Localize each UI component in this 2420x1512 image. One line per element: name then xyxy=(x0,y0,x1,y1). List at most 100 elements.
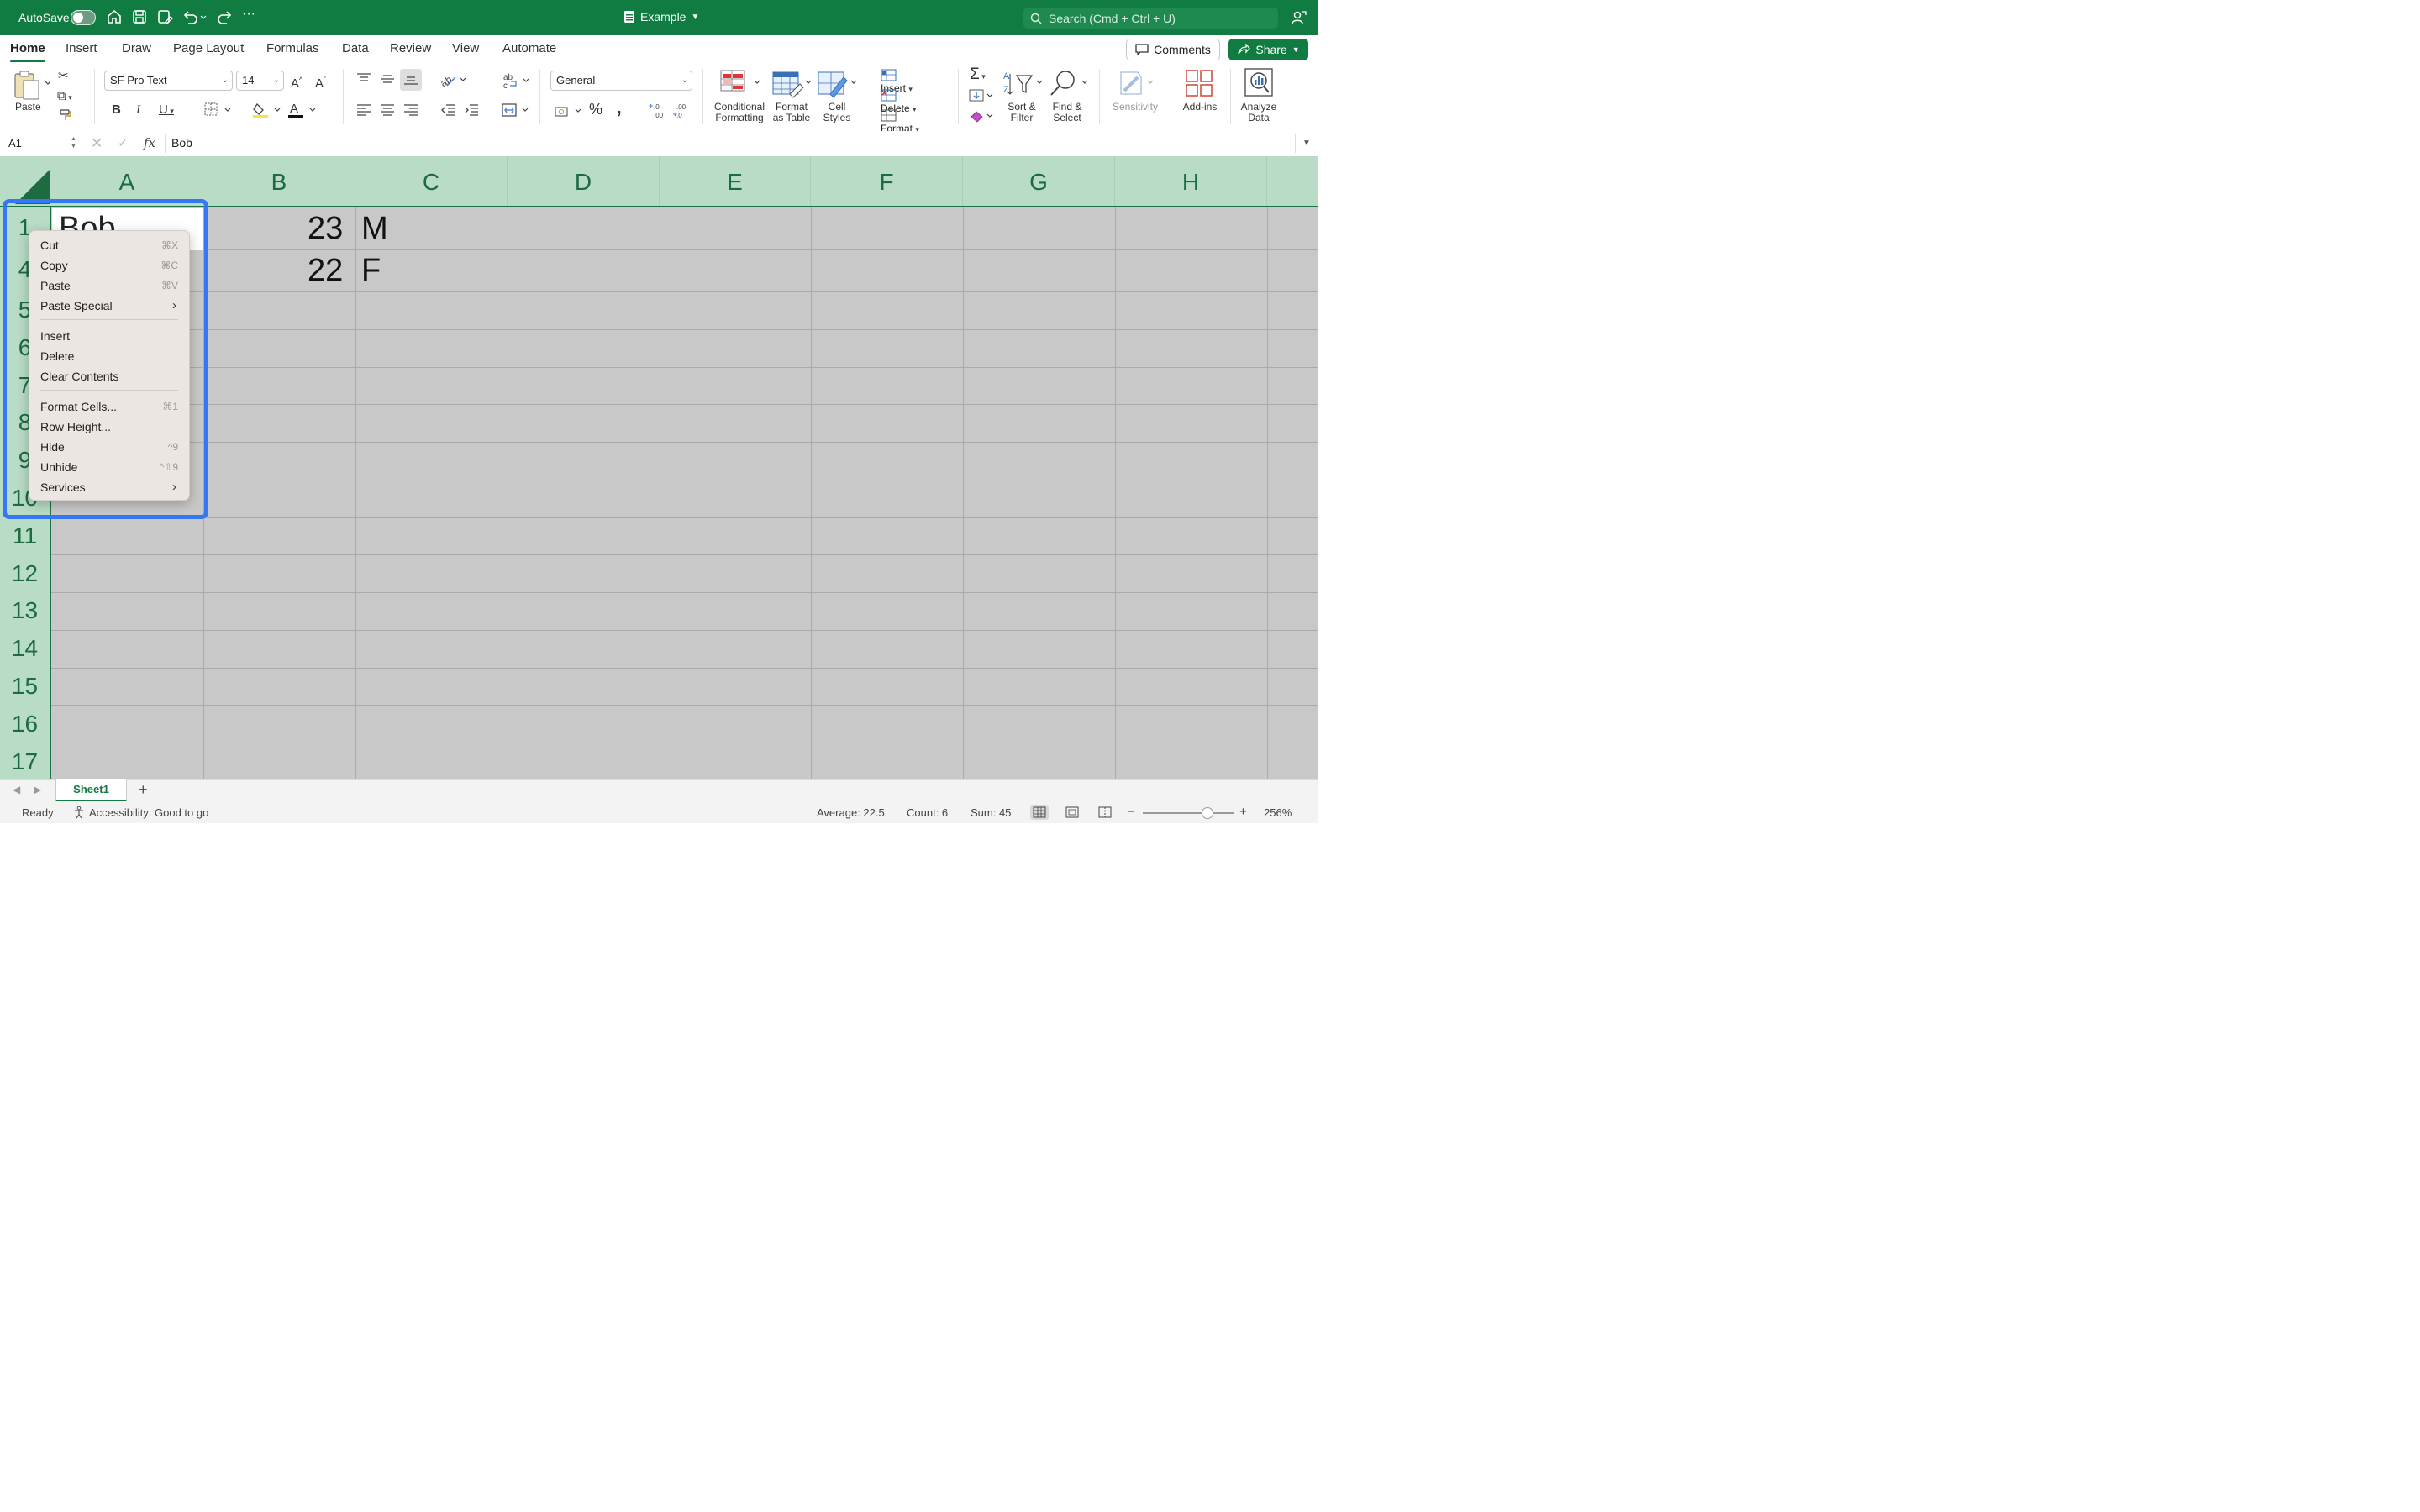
clear-eraser-icon[interactable] xyxy=(969,109,994,123)
next-sheet-icon[interactable]: ▶ xyxy=(34,784,41,795)
decrease-font-size-icon[interactable]: Aˇ xyxy=(315,72,326,92)
tab-page-layout[interactable]: Page Layout xyxy=(173,41,244,55)
underline-icon[interactable]: U ▾ xyxy=(159,102,174,118)
confirm-icon[interactable]: ✓ xyxy=(118,135,129,150)
increase-font-size-icon[interactable]: A^ xyxy=(291,72,302,92)
wrap-text-icon[interactable]: ab c xyxy=(502,72,531,89)
cell-c1[interactable]: M xyxy=(361,211,388,247)
cut-icon[interactable]: ✂ xyxy=(58,69,69,84)
row-header[interactable]: 16 xyxy=(0,711,50,738)
menu-item-paste[interactable]: Paste ⌘V xyxy=(40,276,178,295)
comments-button[interactable]: Comments xyxy=(1126,39,1220,60)
formula-input[interactable]: Bob xyxy=(171,136,192,150)
column-header-f[interactable]: F xyxy=(811,156,963,206)
cell-b4[interactable]: 22 xyxy=(308,253,343,289)
comma-style-icon[interactable]: , xyxy=(617,100,622,117)
analyze-data-button[interactable] xyxy=(1244,67,1274,97)
menu-item-copy[interactable]: Copy ⌘C xyxy=(40,256,178,275)
sheet-tab-sheet1[interactable]: Sheet1 xyxy=(55,779,127,801)
conditional-formatting-button[interactable] xyxy=(713,69,766,96)
menu-item-unhide[interactable]: Unhide ^⇧9 xyxy=(40,458,178,476)
add-ins-button[interactable] xyxy=(1185,69,1213,97)
number-format-select[interactable]: General ⌄ xyxy=(550,71,692,91)
menu-item-format-cells[interactable]: Format Cells... ⌘1 xyxy=(40,397,178,416)
row-header[interactable]: 12 xyxy=(0,560,50,587)
find-select-button[interactable] xyxy=(1049,69,1092,97)
cell-c4[interactable]: F xyxy=(361,253,381,289)
tab-formulas[interactable]: Formulas xyxy=(266,41,319,55)
accessibility-icon[interactable] xyxy=(72,806,86,819)
menu-item-insert[interactable]: Insert xyxy=(40,327,178,345)
document-title[interactable]: Example ▼ xyxy=(623,10,699,24)
column-header-d[interactable]: D xyxy=(508,156,660,206)
align-center-icon[interactable] xyxy=(380,103,395,117)
italic-icon[interactable]: I xyxy=(136,102,140,118)
paste-button[interactable] xyxy=(12,69,50,102)
cancel-icon[interactable]: ✕ xyxy=(91,135,103,152)
format-painter-icon[interactable] xyxy=(59,108,72,122)
zoom-slider-handle[interactable] xyxy=(1202,807,1213,819)
copy-icon[interactable]: ⧉ ▾ xyxy=(57,89,72,105)
previous-sheet-icon[interactable]: ◀ xyxy=(13,784,20,795)
orientation-icon[interactable]: ab xyxy=(440,72,467,87)
row-header[interactable]: 13 xyxy=(0,597,50,624)
insert-function-icon[interactable]: fx xyxy=(144,135,155,150)
menu-item-clear-contents[interactable]: Clear Contents xyxy=(40,367,178,386)
bold-icon[interactable]: B xyxy=(112,102,121,118)
menu-item-delete[interactable]: Delete xyxy=(40,347,178,365)
expand-formula-bar-icon[interactable]: ▼ xyxy=(1295,134,1318,153)
align-left-icon[interactable] xyxy=(356,103,371,117)
undo-icon[interactable] xyxy=(182,8,207,27)
menu-item-paste-special[interactable]: Paste Special › xyxy=(40,297,178,315)
borders-icon[interactable] xyxy=(203,102,232,117)
row-header[interactable]: 17 xyxy=(0,748,50,775)
autosave-toggle[interactable] xyxy=(71,10,96,25)
name-box[interactable]: A1 xyxy=(3,134,77,154)
accessibility-status[interactable]: Accessibility: Good to go xyxy=(89,806,208,819)
zoom-slider[interactable] xyxy=(1143,812,1234,814)
share-person-icon[interactable] xyxy=(1291,9,1307,26)
increase-indent-icon[interactable] xyxy=(464,103,479,117)
sort-filter-button[interactable]: AZ xyxy=(1002,69,1045,97)
zoom-in-icon[interactable]: + xyxy=(1239,805,1247,819)
cell-styles-button[interactable] xyxy=(817,69,859,99)
font-name-select[interactable]: SF Pro Text ⌄ xyxy=(104,71,233,91)
fill-color-icon[interactable] xyxy=(252,102,282,118)
merge-center-icon[interactable] xyxy=(502,102,530,118)
format-as-table-button[interactable] xyxy=(771,69,813,99)
zoom-level[interactable]: 256% xyxy=(1264,806,1292,819)
align-right-icon[interactable] xyxy=(403,103,418,117)
row-header[interactable]: 14 xyxy=(0,635,50,662)
redo-icon[interactable] xyxy=(217,8,235,27)
menu-item-cut[interactable]: Cut ⌘X xyxy=(40,236,178,255)
column-header-g[interactable]: G xyxy=(963,156,1115,206)
save-icon[interactable] xyxy=(131,8,150,27)
column-header-h[interactable]: H xyxy=(1115,156,1267,206)
cell-b1[interactable]: 23 xyxy=(308,211,343,247)
share-button[interactable]: Share ▼ xyxy=(1228,39,1308,60)
menu-item-row-height[interactable]: Row Height... xyxy=(40,417,178,436)
font-color-icon[interactable]: A xyxy=(287,102,318,118)
tab-view[interactable]: View xyxy=(452,41,479,55)
column-header-e[interactable]: E xyxy=(660,156,811,206)
tab-review[interactable]: Review xyxy=(390,41,431,55)
tab-home[interactable]: Home xyxy=(10,41,45,63)
page-break-view-icon[interactable] xyxy=(1096,805,1114,820)
tab-data[interactable]: Data xyxy=(342,41,369,55)
zoom-out-icon[interactable]: − xyxy=(1128,805,1135,819)
row-header[interactable]: 11 xyxy=(0,522,50,549)
tab-insert[interactable]: Insert xyxy=(66,41,97,55)
name-box-stepper-icon[interactable]: ▲ ▼ xyxy=(71,135,76,150)
column-header-c[interactable]: C xyxy=(355,156,508,206)
more-icon[interactable]: ··· xyxy=(242,7,260,25)
decrease-decimal-icon[interactable]: .00.0 xyxy=(672,102,691,118)
tab-automate[interactable]: Automate xyxy=(502,41,556,55)
sensitivity-button[interactable] xyxy=(1118,69,1156,97)
menu-item-hide[interactable]: Hide ^9 xyxy=(40,438,178,456)
row-header[interactable]: 15 xyxy=(0,673,50,700)
tab-draw[interactable]: Draw xyxy=(122,41,151,55)
align-middle-icon[interactable] xyxy=(380,72,395,86)
percent-icon[interactable]: % xyxy=(589,102,602,117)
search-box[interactable]: Search (Cmd + Ctrl + U) xyxy=(1023,8,1278,29)
normal-view-icon[interactable] xyxy=(1030,805,1049,820)
